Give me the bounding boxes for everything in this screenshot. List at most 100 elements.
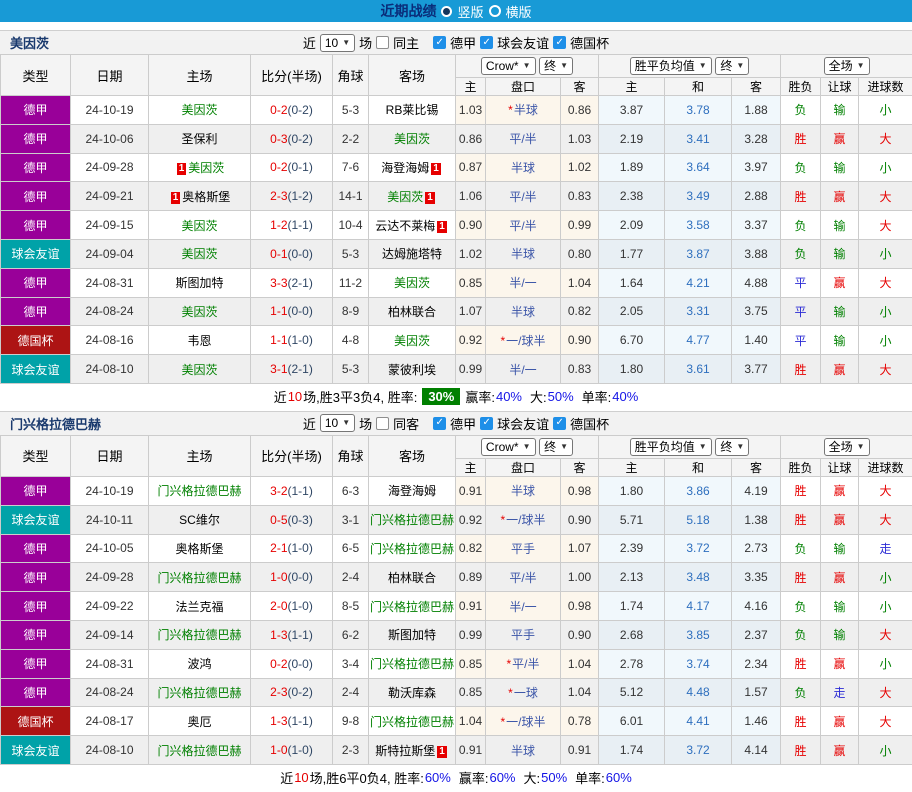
home-team-name[interactable]: 法兰克福 bbox=[175, 600, 223, 614]
home-team-name[interactable]: 门兴格拉德巴赫 bbox=[157, 744, 241, 758]
team-name-heading[interactable]: 门兴格拉德巴赫 bbox=[10, 414, 101, 433]
away-team-name[interactable]: 海登海姆 bbox=[381, 161, 429, 175]
away-team-name[interactable]: 斯图加特 bbox=[388, 628, 436, 642]
wdl-result-cell: 胜 bbox=[781, 355, 821, 384]
away-team-name[interactable]: 美因茨 bbox=[394, 334, 430, 348]
avg-final-select[interactable]: 终▼ bbox=[715, 438, 749, 456]
subheader-avg-away: 客 bbox=[732, 458, 781, 476]
away-team-name[interactable]: 勒沃库森 bbox=[388, 686, 436, 700]
away-team-name[interactable]: 门兴格拉德巴赫 bbox=[370, 600, 454, 614]
home-team-name[interactable]: 门兴格拉德巴赫 bbox=[157, 484, 241, 498]
home-team-name[interactable]: 门兴格拉德巴赫 bbox=[157, 686, 241, 700]
handicap-result-cell: 赢 bbox=[821, 476, 859, 505]
col-header-corner: 角球 bbox=[333, 55, 369, 96]
handicap-cell: 半/一 bbox=[486, 592, 561, 621]
away-team-name[interactable]: 美因茨 bbox=[387, 190, 423, 204]
odds-final-select[interactable]: 终▼ bbox=[539, 57, 573, 75]
handicap-result-cell: 赢 bbox=[821, 707, 859, 736]
avg-draw-cell: 4.17 bbox=[665, 592, 732, 621]
avg-away-cell: 3.88 bbox=[732, 239, 781, 268]
same-away-checkbox[interactable] bbox=[376, 417, 389, 430]
home-team-name[interactable]: 斯图加特 bbox=[175, 276, 223, 290]
away-team-name[interactable]: 门兴格拉德巴赫 bbox=[370, 513, 454, 527]
same-away-label: 同客 bbox=[393, 414, 419, 433]
league-cup-checkbox[interactable]: ✓ bbox=[553, 417, 566, 430]
match-count-select[interactable]: 10▼ bbox=[320, 34, 355, 52]
red-card-badge: 1 bbox=[425, 192, 435, 204]
wdl-result-cell: 胜 bbox=[781, 736, 821, 765]
avg-draw-cell: 3.86 bbox=[665, 476, 732, 505]
match-row: 德甲24-09-14门兴格拉德巴赫1-3(1-1)6-2斯图加特0.99平手0.… bbox=[1, 620, 912, 649]
league-cup-checkbox[interactable]: ✓ bbox=[553, 36, 566, 49]
away-team-name[interactable]: RB莱比锡 bbox=[386, 103, 439, 117]
handicap-result-cell: 输 bbox=[821, 239, 859, 268]
team-name-heading[interactable]: 美因茨 bbox=[10, 33, 49, 52]
home-team-name[interactable]: 美因茨 bbox=[181, 219, 217, 233]
home-team-name[interactable]: 美因茨 bbox=[181, 305, 217, 319]
goals-result-cell: 小 bbox=[859, 592, 912, 621]
horizontal-layout-radio[interactable] bbox=[489, 5, 501, 17]
odds-final-select[interactable]: 终▼ bbox=[539, 438, 573, 456]
away-team-name[interactable]: 云达不莱梅 bbox=[375, 219, 435, 233]
match-row: 球会友谊24-09-04美因茨0-1(0-0)5-3达姆施塔特1.02半球0.8… bbox=[1, 239, 912, 268]
avg-type-select[interactable]: 胜平负均值▼ bbox=[630, 57, 712, 75]
league-friendly-checkbox[interactable]: ✓ bbox=[480, 417, 493, 430]
score-cell: 1-3(1-1) bbox=[251, 620, 333, 649]
home-team-name[interactable]: 圣保利 bbox=[181, 132, 217, 146]
away-team-name[interactable]: 达姆施塔特 bbox=[382, 247, 442, 261]
same-home-checkbox[interactable] bbox=[376, 36, 389, 49]
avg-final-select[interactable]: 终▼ bbox=[715, 57, 749, 75]
red-card-badge: 1 bbox=[437, 221, 447, 233]
corner-cell: 7-6 bbox=[333, 153, 369, 182]
home-team-name[interactable]: SC维尔 bbox=[179, 513, 220, 527]
away-team-name[interactable]: 门兴格拉德巴赫 bbox=[370, 715, 454, 729]
vertical-layout-radio[interactable] bbox=[441, 6, 452, 17]
summary-count: 10 bbox=[294, 770, 308, 785]
league-bundesliga-checkbox[interactable]: ✓ bbox=[433, 36, 446, 49]
scope-select[interactable]: 全场▼ bbox=[824, 438, 870, 456]
away-team-name[interactable]: 柏林联合 bbox=[388, 305, 436, 319]
odds-company-select[interactable]: Crow*▼ bbox=[481, 438, 536, 456]
odds-company-select[interactable]: Crow*▼ bbox=[481, 57, 536, 75]
fulltime-score: 0-1 bbox=[270, 247, 287, 261]
home-team-name[interactable]: 美因茨 bbox=[188, 161, 224, 175]
home-team-name[interactable]: 奥格斯堡 bbox=[182, 190, 230, 204]
wdl-result-cell: 负 bbox=[781, 96, 821, 125]
odds-changed-star: * bbox=[500, 715, 505, 729]
home-odds-cell: 1.03 bbox=[456, 96, 486, 125]
avg-type-select[interactable]: 胜平负均值▼ bbox=[630, 438, 712, 456]
home-team-name[interactable]: 门兴格拉德巴赫 bbox=[157, 571, 241, 585]
avg-home-cell: 1.77 bbox=[599, 239, 665, 268]
away-team-name[interactable]: 美因茨 bbox=[394, 276, 430, 290]
away-team-name[interactable]: 斯特拉斯堡 bbox=[375, 744, 435, 758]
away-team-name[interactable]: 美因茨 bbox=[394, 132, 430, 146]
handicap-text: 平/半 bbox=[509, 219, 536, 233]
corner-cell: 14-1 bbox=[333, 182, 369, 211]
league-friendly-checkbox[interactable]: ✓ bbox=[480, 36, 493, 49]
league-bundesliga-checkbox[interactable]: ✓ bbox=[433, 417, 446, 430]
home-team-name[interactable]: 美因茨 bbox=[181, 103, 217, 117]
scope-select[interactable]: 全场▼ bbox=[824, 57, 870, 75]
home-team-name[interactable]: 奥厄 bbox=[187, 715, 211, 729]
away-team-name[interactable]: 门兴格拉德巴赫 bbox=[370, 657, 454, 671]
away-team-name[interactable]: 蒙彼利埃 bbox=[388, 363, 436, 377]
away-team-name[interactable]: 门兴格拉德巴赫 bbox=[370, 542, 454, 556]
league-bundesliga-label: 德甲 bbox=[450, 414, 476, 433]
chevron-down-icon: ▼ bbox=[699, 59, 707, 73]
home-team-name[interactable]: 门兴格拉德巴赫 bbox=[157, 628, 241, 642]
home-team-name[interactable]: 奥格斯堡 bbox=[175, 542, 223, 556]
match-count-select[interactable]: 10▼ bbox=[320, 414, 355, 432]
avg-home-cell: 1.64 bbox=[599, 268, 665, 297]
home-team-name[interactable]: 美因茨 bbox=[181, 363, 217, 377]
section-header-mainz: 美因茨 近 10▼ 场 同主 ✓ 德甲 ✓ 球会友谊 ✓ 德国杯 bbox=[0, 30, 912, 54]
league-cell: 球会友谊 bbox=[1, 355, 71, 384]
home-team-name[interactable]: 韦恩 bbox=[187, 334, 211, 348]
spacer bbox=[0, 22, 912, 30]
home-team-name[interactable]: 美因茨 bbox=[181, 247, 217, 261]
home-team-name[interactable]: 波鸿 bbox=[187, 657, 211, 671]
away-team-name[interactable]: 海登海姆 bbox=[388, 484, 436, 498]
home-team-cell: 波鸿 bbox=[149, 649, 251, 678]
match-row: 德甲24-09-281美因茨0-2(0-1)7-6海登海姆10.87半球1.02… bbox=[1, 153, 912, 182]
away-team-name[interactable]: 柏林联合 bbox=[388, 571, 436, 585]
match-row: 德国杯24-08-16韦恩1-1(1-0)4-8美因茨0.92*一/球半0.90… bbox=[1, 326, 912, 355]
